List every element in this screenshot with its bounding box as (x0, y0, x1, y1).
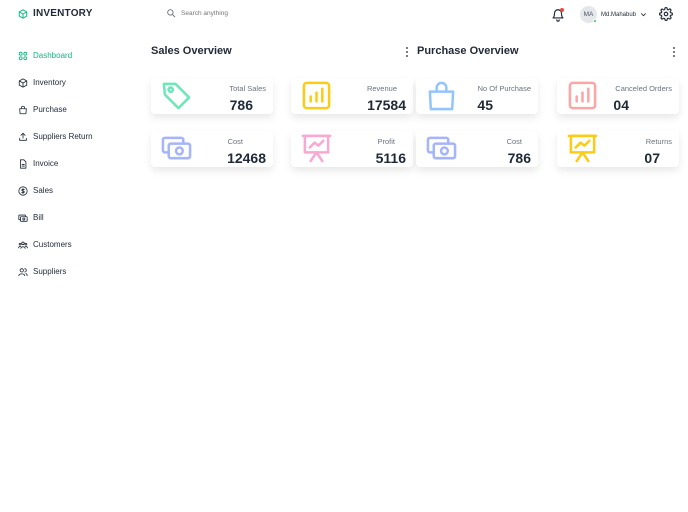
settings-button[interactable] (659, 7, 674, 22)
money-icon (426, 136, 457, 160)
stat-value: 17584 (367, 97, 406, 113)
kebab-dot (673, 55, 675, 57)
sidebar-item-suppliers-return[interactable]: Suppliers Return (18, 123, 138, 150)
notification-button[interactable] (550, 7, 566, 23)
sidebar-item-inventory[interactable]: Inventory (18, 69, 138, 96)
kebab-dot (673, 47, 675, 49)
notification-dot (560, 8, 564, 12)
search-input[interactable] (181, 9, 291, 17)
document-icon (20, 158, 27, 169)
stat-value: 12468 (227, 150, 266, 166)
stat-card-total-sales[interactable]: Total Sales 786 (151, 78, 273, 114)
user-name: Md.Mahabub (601, 11, 637, 18)
search-bar[interactable] (166, 8, 291, 18)
upload-icon (19, 132, 27, 141)
chevron-down-icon (641, 13, 647, 17)
top-bar: INVENTORY MA Md.Mahabub (0, 0, 688, 30)
bar-chart-icon (568, 81, 597, 110)
suppliers-icon (18, 267, 28, 276)
search-icon (167, 9, 176, 18)
sidebar-item-label: Invoice (33, 159, 59, 168)
stat-card-purchase-cost[interactable]: Cost 786 (416, 131, 538, 167)
purchase-overview-title: Purchase Overview (417, 45, 519, 57)
stat-value: 786 (229, 97, 253, 113)
kebab-dot (406, 51, 408, 53)
presentation-icon (301, 134, 332, 163)
bag-icon (19, 105, 27, 114)
bar-chart-icon (302, 81, 331, 110)
sidebar-item-label: Inventory (33, 78, 66, 87)
cube-icon (18, 77, 28, 88)
bag-icon (428, 81, 455, 111)
app-title: INVENTORY (33, 8, 93, 19)
sales-overview-title: Sales Overview (151, 45, 232, 57)
sidebar-item-dashboard[interactable]: Dashboard (18, 42, 138, 69)
stat-card-cost[interactable]: Cost 12468 (151, 131, 273, 167)
sidebar-item-label: Customers (33, 240, 72, 249)
stat-value: 45 (477, 97, 493, 113)
sidebar-item-label: Sales (33, 186, 54, 195)
bill-icon (18, 214, 28, 222)
avatar: MA (580, 6, 597, 23)
sidebar-item-bill[interactable]: Bill (18, 204, 138, 231)
presentation-icon (567, 134, 598, 163)
dollar-icon (18, 185, 28, 196)
money-icon (161, 136, 192, 160)
stat-label: Total Sales (229, 84, 266, 93)
stat-card-returns[interactable]: Returns 07 (557, 131, 679, 167)
sidebar-item-invoice[interactable]: Invoice (18, 150, 138, 177)
sidebar-item-suppliers[interactable]: Suppliers (18, 258, 138, 285)
sidebar-item-label: Suppliers (33, 267, 67, 276)
stat-label: Cost (227, 137, 243, 146)
sidebar-item-label: Bill (33, 213, 44, 222)
stat-label: Revenue (366, 84, 397, 93)
stat-value: 07 (644, 150, 660, 166)
kebab-dot (673, 51, 675, 53)
stat-card-revenue[interactable]: Revenue 17584 (291, 78, 413, 114)
kebab-dot (406, 55, 408, 57)
stat-label: Cost (506, 137, 522, 146)
sidebar-item-customers[interactable]: Customers (18, 231, 138, 258)
stat-value: 786 (507, 150, 531, 166)
purchase-overview-menu-button[interactable] (671, 46, 677, 58)
sidebar-item-label: Suppliers Return (33, 132, 93, 141)
customers-icon (18, 241, 28, 249)
stat-label: No Of Purchase (477, 84, 531, 93)
stat-label: Canceled Orders (615, 84, 672, 93)
sidebar-item-sales[interactable]: Sales (18, 177, 138, 204)
stat-card-profit[interactable]: Profit 5116 (291, 131, 413, 167)
stat-label: Profit (377, 137, 395, 146)
stat-card-no-of-purchase[interactable]: No Of Purchase 45 (416, 78, 538, 114)
kebab-dot (406, 47, 408, 49)
sidebar: Dashboard Inventory Purchase Suppliers R… (18, 42, 138, 285)
stat-value: 04 (613, 97, 629, 113)
stat-value: 5116 (375, 150, 406, 166)
sidebar-item-label: Purchase (33, 105, 67, 114)
tag-icon (162, 82, 191, 110)
online-status-dot (593, 19, 597, 23)
stat-label: Returns (645, 137, 672, 146)
cube-logo-icon (18, 8, 28, 19)
sidebar-item-purchase[interactable]: Purchase (18, 96, 138, 123)
sales-overview-menu-button[interactable] (404, 46, 410, 58)
dashboard-icon (18, 51, 28, 60)
avatar-initials: MA (583, 11, 594, 18)
stat-card-canceled-orders[interactable]: Canceled Orders 04 (557, 78, 679, 114)
gear-icon (659, 7, 673, 21)
app-logo[interactable]: INVENTORY (18, 8, 93, 19)
user-menu[interactable]: MA Md.Mahabub (580, 6, 647, 23)
sidebar-item-label: Dashboard (33, 51, 73, 60)
